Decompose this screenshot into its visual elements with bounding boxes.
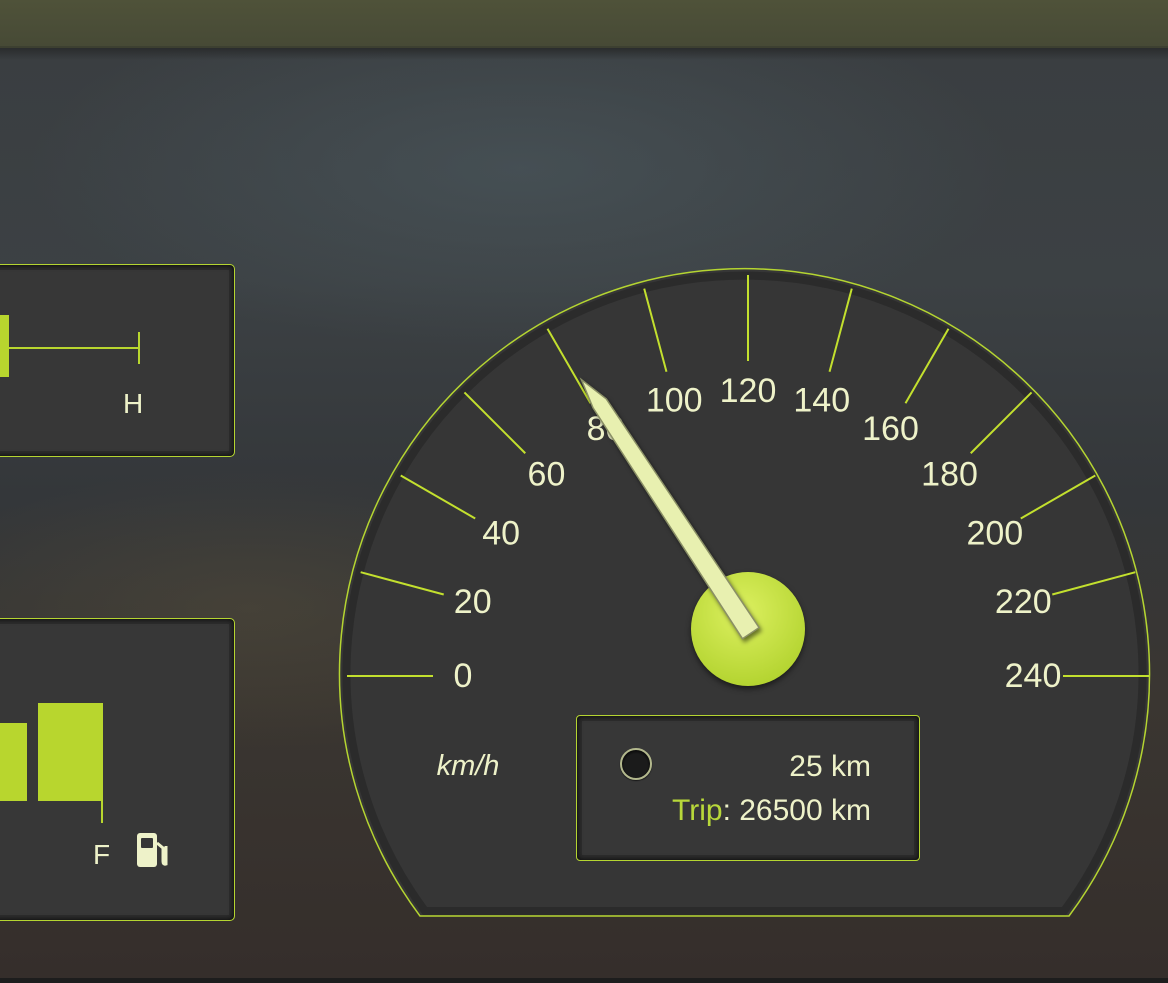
speed-unit-label: km/h [437, 750, 500, 782]
trip-separator: : [722, 794, 731, 827]
speed-tick-label: 100 [646, 382, 703, 420]
odometer-display: 25 km Trip: 26500 km [576, 715, 920, 861]
speed-tick-label: 120 [720, 372, 777, 410]
speed-tick-label: 240 [1005, 657, 1062, 695]
trip-distance-value: 25 km [789, 750, 871, 783]
speed-tick-label: 180 [921, 455, 978, 493]
bottom-edge [0, 978, 1168, 983]
speed-tick-label: 20 [454, 583, 492, 621]
speed-tick-label: 40 [482, 515, 520, 553]
speed-tick-label: 0 [454, 657, 473, 695]
total-distance-value: 26500 km [739, 794, 871, 827]
trip-reset-button[interactable] [620, 748, 652, 780]
speed-tick-label: 200 [966, 515, 1023, 553]
total-distance-readout: Trip: 26500 km [672, 794, 871, 828]
speed-tick-label: 140 [793, 382, 850, 420]
speed-tick-label: 60 [528, 455, 566, 493]
speed-tick-label: 220 [995, 583, 1052, 621]
speed-tick-label: 160 [862, 410, 919, 448]
trip-label: Trip [672, 794, 723, 827]
